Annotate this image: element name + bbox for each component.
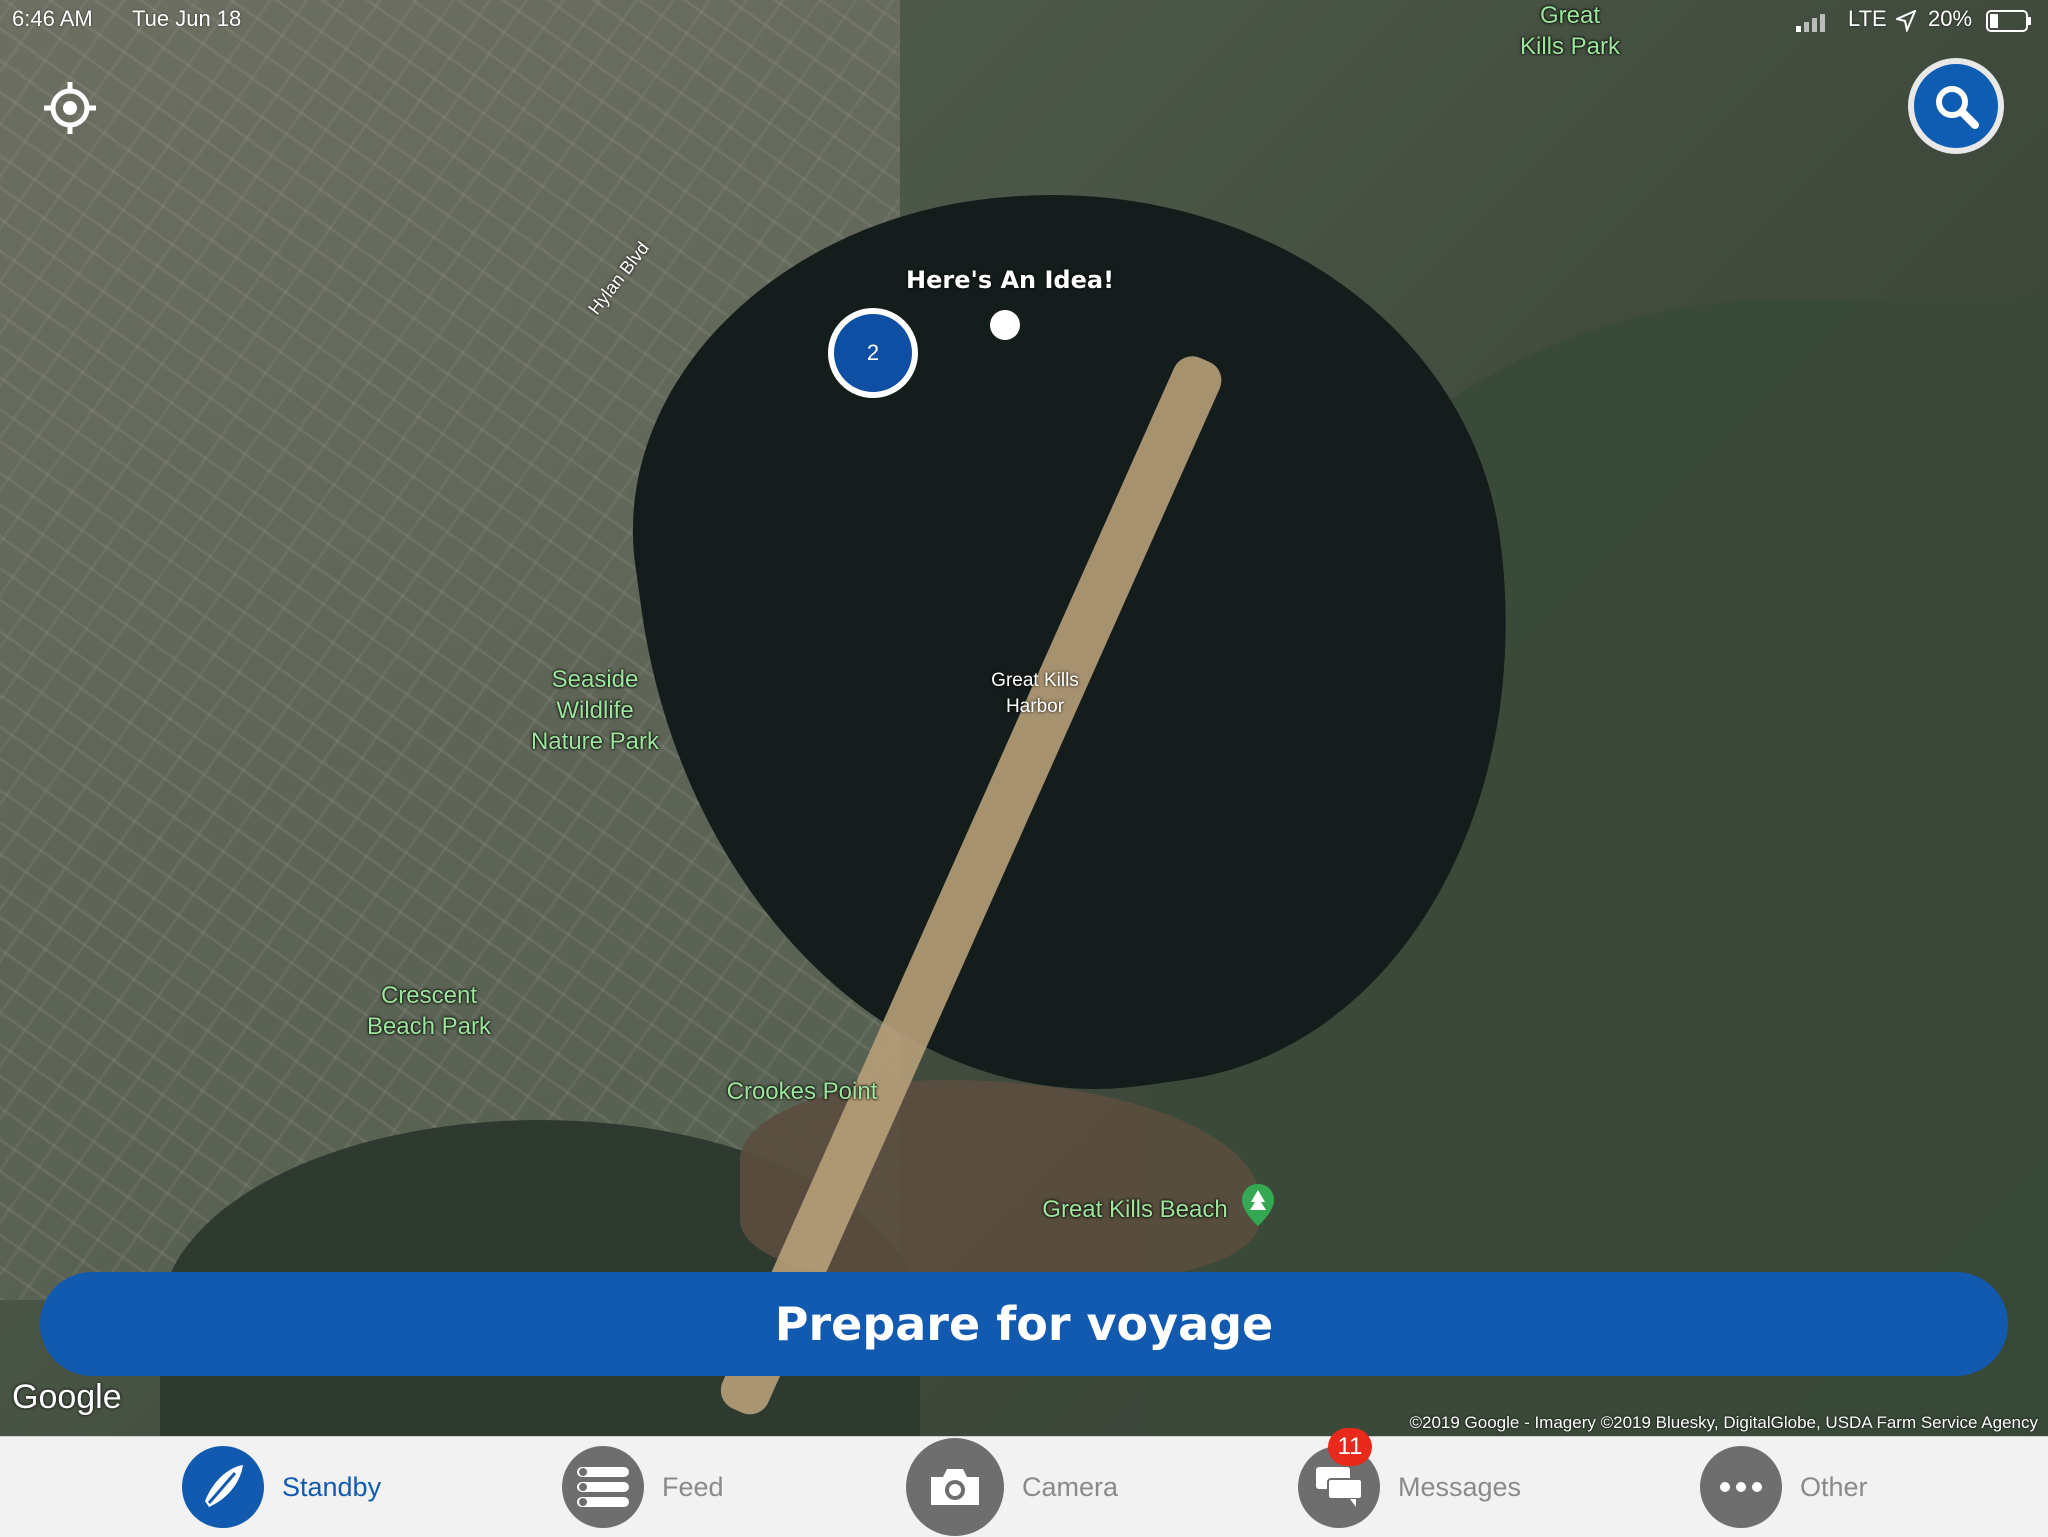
map-label-harbor: Great Kills Harbor <box>991 670 1079 717</box>
boat-icon <box>182 1446 264 1528</box>
park-pin-icon[interactable] <box>1240 1182 1276 1228</box>
more-icon <box>1700 1446 1782 1528</box>
status-date: Tue Jun 18 <box>132 6 242 31</box>
location-arrow-icon <box>1896 10 1916 32</box>
camera-icon <box>906 1438 1004 1536</box>
chat-icon: 11 <box>1298 1428 1380 1528</box>
tab-camera[interactable]: Camera <box>906 1437 1118 1537</box>
tab-messages-label: Messages <box>1398 1471 1522 1502</box>
map-label-great-kills-park: Great Kills Park <box>1519 2 1621 60</box>
idea-marker[interactable] <box>990 310 1020 340</box>
search-button[interactable] <box>1908 58 2004 154</box>
status-time: 6:46 AM <box>12 6 93 31</box>
map-label-great-kills-beach: Great Kills Beach <box>1042 1196 1228 1223</box>
tab-feed-label: Feed <box>662 1471 724 1502</box>
cluster-count: 2 <box>866 340 880 365</box>
map-label-seaside-park: Seaside Wildlife Nature Park <box>530 666 660 755</box>
tab-standby-label: Standby <box>282 1471 382 1502</box>
tab-standby[interactable]: Standby <box>182 1437 381 1537</box>
map-view[interactable]: Great Kills Park Hylan Blvd Seaside Wild… <box>0 0 2048 1436</box>
messages-badge: 11 <box>1328 1428 1372 1466</box>
battery-icon <box>1986 10 2031 32</box>
signal-icon <box>1796 14 1825 32</box>
status-battery: 20% <box>1928 6 1973 31</box>
map-label-crookes-point: Crookes Point <box>726 1078 878 1105</box>
tab-messages[interactable]: 11 Messages <box>1298 1428 1522 1537</box>
locate-me-icon[interactable] <box>42 80 98 136</box>
map-label-crescent-beach: Crescent Beach Park <box>366 982 492 1040</box>
tab-feed[interactable]: Feed <box>562 1437 724 1537</box>
list-icon <box>562 1446 644 1528</box>
tab-other[interactable]: Other <box>1700 1437 1868 1537</box>
map-cluster-marker[interactable]: 2 <box>828 308 918 398</box>
status-network: LTE <box>1848 6 1887 31</box>
tab-camera-label: Camera <box>1022 1471 1119 1502</box>
prepare-for-voyage-button[interactable]: Prepare for voyage <box>40 1272 2008 1376</box>
tab-other-label: Other <box>1800 1471 1868 1502</box>
google-logo: Google <box>12 1378 122 1416</box>
search-icon <box>1936 86 1979 129</box>
map-attribution[interactable]: ©2019 Google - Imagery ©2019 Bluesky, Di… <box>1409 1413 2038 1433</box>
idea-marker-label: Here's An Idea! <box>906 266 1115 294</box>
tab-bar: Standby Feed Camera 11 Messages Other <box>0 1428 2048 1537</box>
